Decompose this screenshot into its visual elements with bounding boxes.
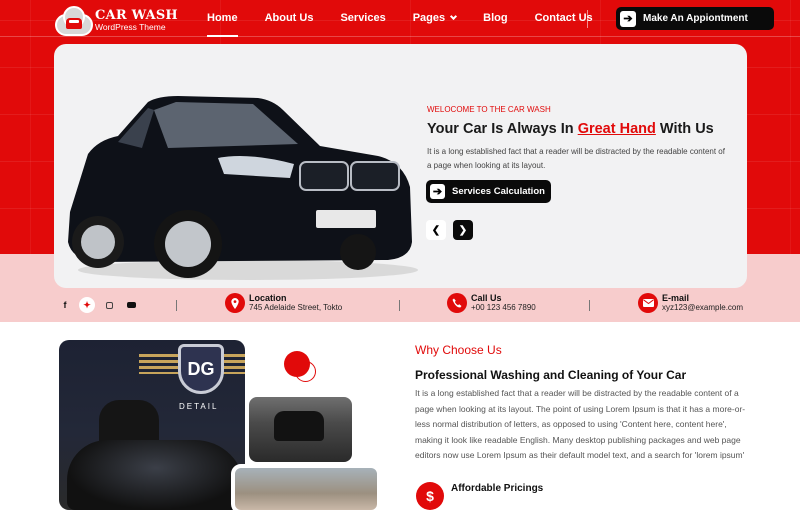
services-calculation-label: Services Calculation (452, 186, 545, 197)
youtube-icon[interactable] (123, 297, 139, 313)
location-info: Location 745 Adelaide Street, Tokto (225, 293, 342, 313)
hero-title-start: Your Car Is Always In (427, 121, 578, 137)
hero-slider: WELOCOME TO THE CAR WASH Your Car Is Alw… (54, 44, 747, 288)
nav-pages-label: Pages (412, 12, 446, 24)
dg-shield-logo: DG (178, 344, 224, 394)
feature-item: $ Affordable Pricings (416, 482, 543, 510)
location-label: Location (249, 293, 287, 303)
email-label: E-mail (662, 293, 690, 303)
location-pin-icon (225, 293, 245, 313)
section-tag: Why Choose Us (415, 343, 502, 357)
feature-title: Affordable Pricings (451, 483, 544, 494)
services-calculation-button[interactable]: ➔ Services Calculation (426, 180, 551, 203)
twitter-icon[interactable]: ✦ (79, 297, 95, 313)
phone-label: Call Us (471, 293, 502, 303)
car-wash-tunnel-image (249, 397, 352, 462)
foam-wash-image (231, 464, 381, 514)
nav-contact-us[interactable]: Contact Us (535, 12, 593, 24)
nav-about-us[interactable]: About Us (265, 12, 314, 24)
chevron-down-icon (450, 12, 458, 21)
phone-info: Call Us +00 123 456 7890 (447, 293, 536, 313)
brand-logo[interactable]: CAR WASH WordPress Theme (53, 4, 178, 36)
facebook-icon[interactable]: f (57, 297, 73, 313)
location-value: 745 Adelaide Street, Tokto (249, 303, 343, 312)
make-appointment-button[interactable]: ➔ Make An Appiontment (616, 7, 774, 30)
section-description: It is a long established fact that a rea… (415, 388, 746, 461)
cloud-car-icon (53, 4, 95, 36)
nav-pages[interactable]: Pages (412, 12, 458, 24)
detailing-garage-image: DG DETAIL (59, 340, 245, 510)
suv-car-image (68, 96, 418, 280)
hero-description: It is a long established fact that a rea… (427, 147, 725, 170)
phone-icon (447, 293, 467, 313)
chevron-right-icon: ❯ (458, 224, 468, 236)
email-value[interactable]: xyz123@example.com (662, 303, 743, 313)
hero-eyebrow: WELOCOME TO THE CAR WASH (427, 105, 551, 114)
info-divider (589, 300, 590, 311)
dollar-icon: $ (416, 482, 444, 510)
brand-title: CAR WASH (95, 7, 178, 23)
nav-blog[interactable]: Blog (483, 12, 507, 24)
site-header: CAR WASH WordPress Theme Home About Us S… (0, 0, 800, 37)
header-divider (0, 36, 800, 37)
instagram-icon[interactable] (101, 297, 117, 313)
email-info: E-mail xyz123@example.com (638, 293, 743, 313)
arrow-right-icon: ➔ (430, 184, 445, 199)
info-divider (399, 300, 400, 311)
social-links: f ✦ (57, 297, 145, 313)
slider-prev-button[interactable]: ❮ (426, 220, 446, 240)
envelope-icon (638, 293, 658, 313)
arrow-right-icon: ➔ (620, 10, 636, 27)
chevron-left-icon: ❮ (431, 224, 441, 236)
hero-title: Your Car Is Always In Great Hand With Us (427, 121, 714, 137)
nav-divider (587, 10, 588, 28)
hero-title-highlight: Great Hand (577, 121, 656, 137)
decorative-ring (295, 361, 316, 382)
slider-next-button[interactable]: ❯ (453, 220, 473, 240)
hero-title-end: With Us (655, 121, 714, 137)
section-title: Professional Washing and Cleaning of You… (415, 368, 687, 382)
brand-subtitle: WordPress Theme (95, 21, 166, 32)
nav-services[interactable]: Services (340, 12, 385, 24)
phone-value[interactable]: +00 123 456 7890 (471, 303, 536, 313)
info-divider (176, 300, 177, 311)
make-appointment-label: Make An Appiontment (643, 13, 748, 24)
main-nav: Home About Us Services Pages Blog Contac… (207, 12, 620, 37)
detail-banner-text: DETAIL (179, 402, 219, 411)
nav-home[interactable]: Home (207, 12, 238, 37)
